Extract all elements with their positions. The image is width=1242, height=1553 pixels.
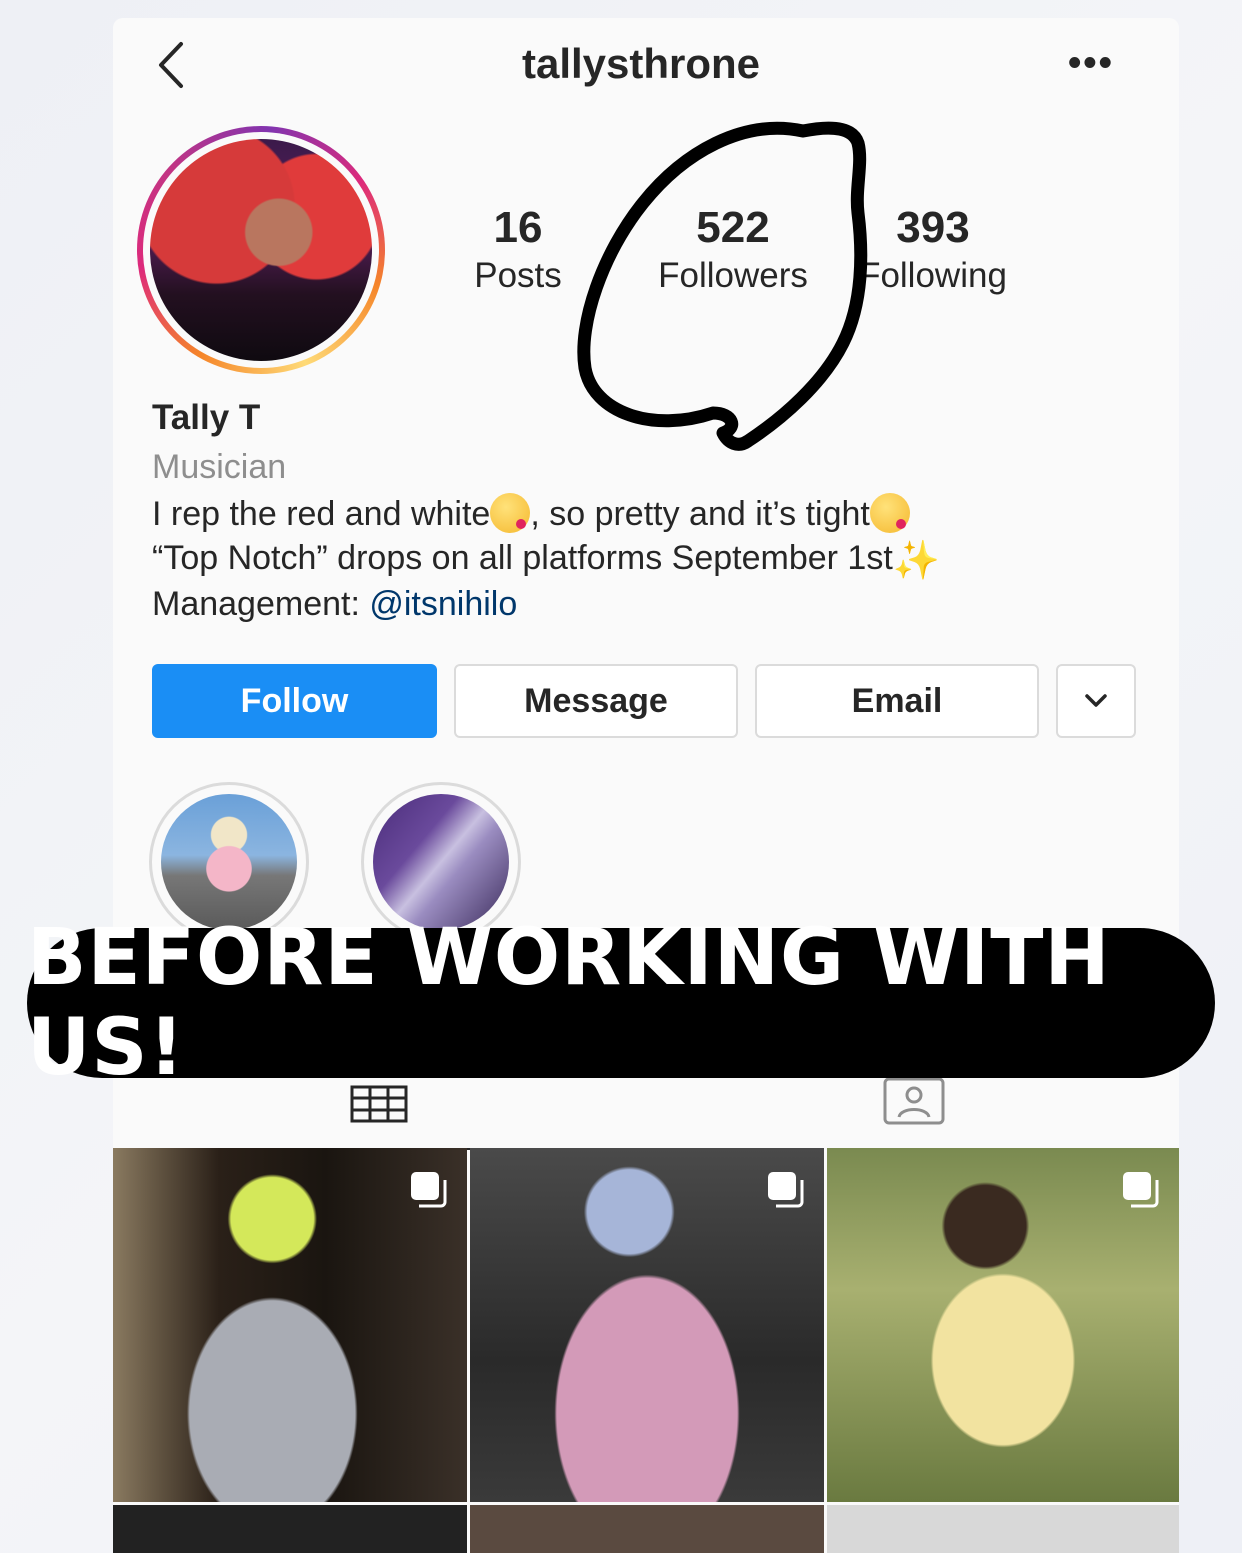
posts-stat[interactable]: 16 Posts: [453, 203, 583, 299]
profile-category: Musician: [152, 448, 287, 486]
suggested-accounts-dropdown-button[interactable]: [1056, 664, 1136, 738]
tongue-out-emoji-icon: [869, 493, 910, 533]
posts-label: Posts: [474, 256, 562, 295]
chevron-down-icon: [1085, 694, 1107, 707]
bio-line-1: I rep the red and white, so pretty and i…: [152, 493, 910, 534]
post-thumbnail[interactable]: [113, 1148, 467, 1502]
post-thumbnail[interactable]: [827, 1505, 1179, 1553]
highlight-cover: [161, 794, 297, 930]
carousel-icon: [768, 1172, 804, 1208]
carousel-icon: [1123, 1172, 1159, 1208]
bio-line-3: Management: @itsnihilo: [152, 585, 518, 623]
message-button[interactable]: Message: [454, 664, 738, 738]
profile-username: tallysthrone: [521, 40, 761, 87]
top-bar: tallysthrone •••: [113, 18, 1179, 118]
profile-avatar[interactable]: [137, 126, 385, 374]
post-thumbnail[interactable]: [470, 1148, 824, 1502]
avatar-photo: [150, 139, 372, 361]
profile-screen: tallysthrone ••• 16 Posts 522 Followers …: [113, 18, 1179, 1553]
highlight-cover: [373, 794, 509, 930]
ellipsis-icon: •••: [1068, 42, 1114, 84]
follow-button[interactable]: Follow: [152, 664, 437, 738]
post-thumbnail[interactable]: [827, 1148, 1179, 1502]
bio-line-2: “Top Notch” drops on all platforms Septe…: [152, 539, 941, 582]
before-banner: BEFORE WORKING WITH US!: [27, 913, 1215, 1093]
sparkles-emoji-icon: ✨: [892, 540, 941, 582]
post-thumbnail[interactable]: [113, 1505, 467, 1553]
carousel-icon: [411, 1172, 447, 1208]
more-options-button[interactable]: •••: [1068, 44, 1118, 82]
hand-drawn-circle-annotation: [577, 121, 868, 451]
profile-full-name: Tally T: [152, 398, 261, 437]
post-thumbnail[interactable]: [470, 1505, 824, 1553]
posts-count: 16: [493, 203, 543, 252]
kissing-emoji-icon: [490, 493, 531, 533]
management-mention-link[interactable]: @itsnihilo: [369, 585, 517, 623]
email-button[interactable]: Email: [755, 664, 1039, 738]
